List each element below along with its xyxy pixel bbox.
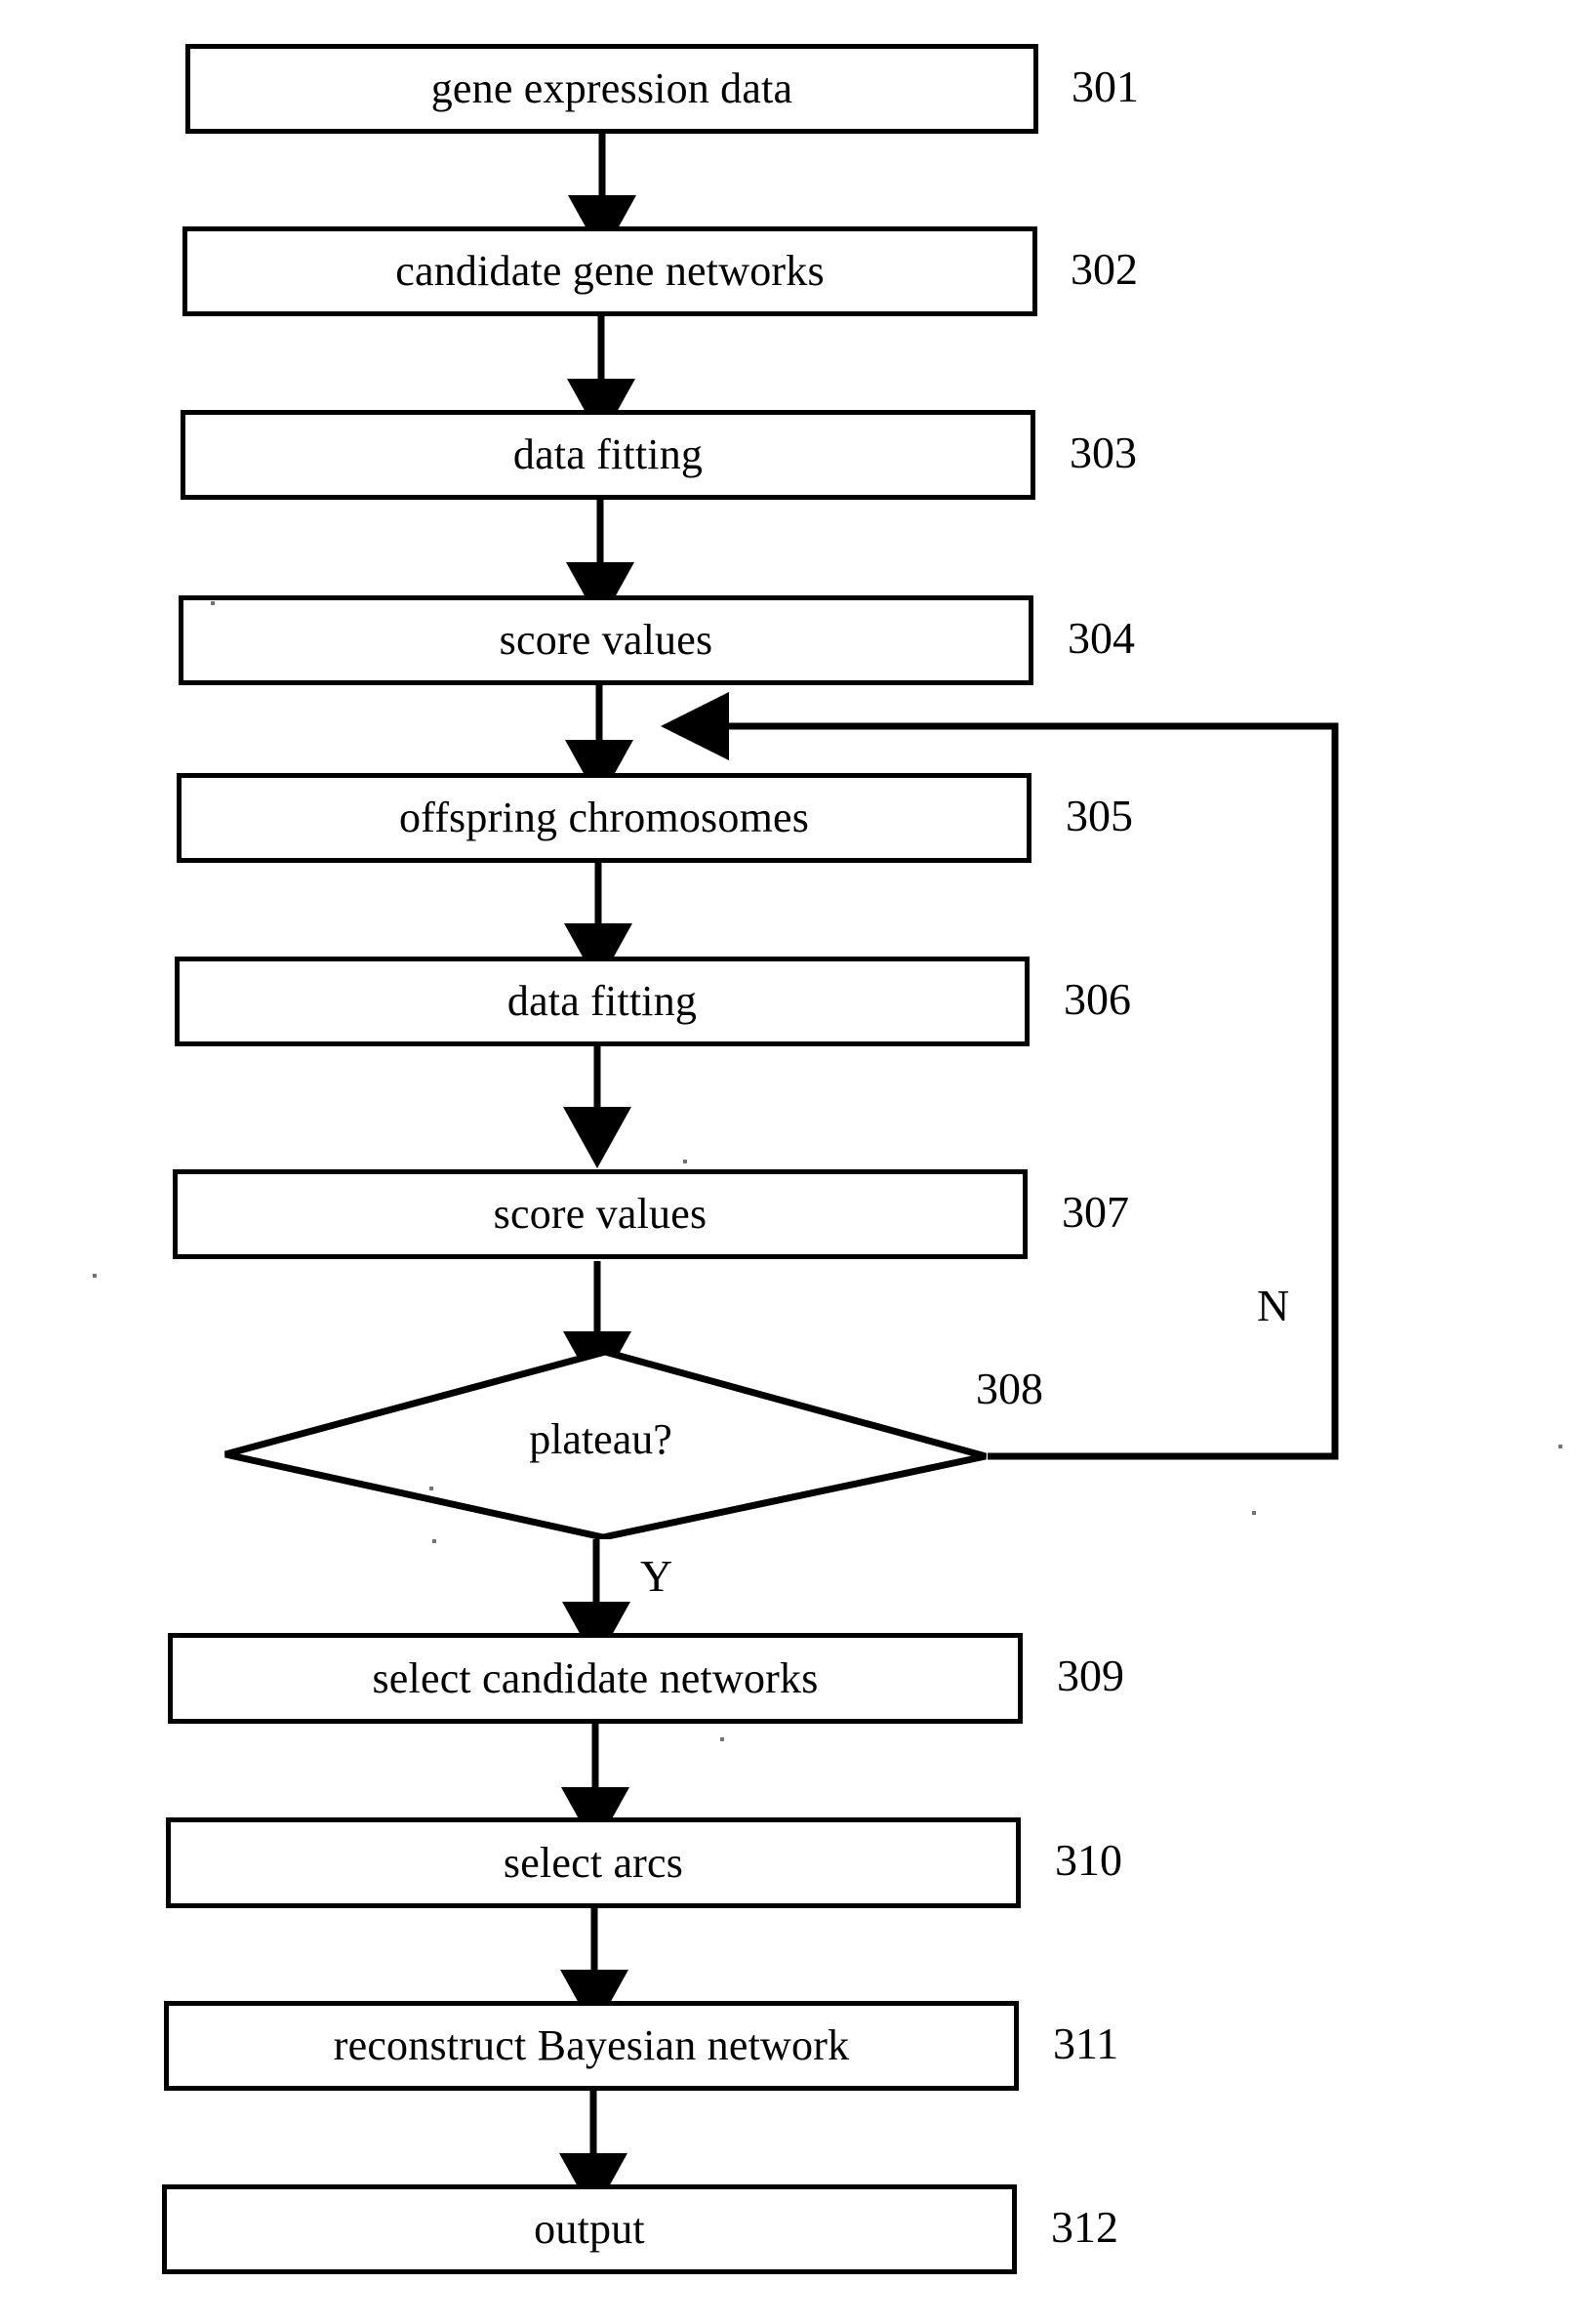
ref-311: 311	[1053, 2018, 1119, 2068]
node-304[interactable]: score values	[179, 595, 1033, 685]
flowchart-edges	[559, 134, 1339, 2215]
ref-303: 303	[1070, 428, 1137, 477]
node-310-label: select arcs	[503, 1838, 684, 1887]
node-311[interactable]: reconstruct Bayesian network	[164, 2001, 1019, 2091]
node-305[interactable]: offspring chromosomes	[177, 773, 1031, 863]
node-309[interactable]: select candidate networks	[168, 1633, 1023, 1724]
node-302[interactable]: candidate gene networks	[182, 226, 1037, 316]
branch-label-yes: Y	[640, 1551, 673, 1601]
scan-speck	[93, 1274, 97, 1278]
node-307[interactable]: score values	[173, 1169, 1028, 1259]
node-303[interactable]: data fitting	[181, 410, 1035, 500]
scan-speck	[586, 1993, 589, 1997]
scan-speck	[720, 1737, 724, 1741]
node-302-label: candidate gene networks	[395, 247, 825, 295]
node-303-label: data fitting	[512, 430, 704, 478]
scan-speck	[211, 601, 215, 605]
node-308[interactable]: plateau?	[223, 1348, 988, 1541]
scan-speck	[1558, 1445, 1562, 1448]
ref-309: 309	[1057, 1651, 1124, 1700]
node-309-label: select candidate networks	[372, 1653, 819, 1702]
node-304-label: score values	[499, 616, 713, 664]
node-310[interactable]: select arcs	[166, 1817, 1021, 1908]
ref-307: 307	[1062, 1187, 1129, 1237]
ref-306: 306	[1064, 974, 1131, 1024]
scan-speck	[683, 1160, 687, 1163]
node-306[interactable]: data fitting	[175, 957, 1030, 1046]
ref-302: 302	[1071, 244, 1138, 294]
ref-301: 301	[1072, 61, 1139, 111]
ref-305: 305	[1066, 791, 1133, 840]
ref-304: 304	[1068, 613, 1135, 663]
ref-312: 312	[1051, 2202, 1118, 2252]
scan-speck	[1252, 1511, 1256, 1515]
flowchart-figure: gene expression data 301 candidate gene …	[0, 0, 1577, 2324]
scan-speck	[432, 1539, 436, 1543]
node-312[interactable]: output	[162, 2184, 1017, 2274]
node-311-label: reconstruct Bayesian network	[333, 2021, 850, 2069]
node-301-label: gene expression data	[430, 64, 793, 112]
ref-310: 310	[1055, 1835, 1122, 1885]
node-301[interactable]: gene expression data	[185, 44, 1038, 134]
branch-label-no: N	[1257, 1281, 1290, 1330]
node-308-label: plateau?	[529, 1414, 672, 1463]
node-307-label: score values	[493, 1190, 708, 1238]
node-305-label: offspring chromosomes	[398, 794, 810, 841]
scan-speck	[429, 1487, 433, 1490]
node-312-label: output	[534, 2205, 645, 2253]
ref-308: 308	[976, 1364, 1043, 1413]
node-306-label: data fitting	[506, 977, 698, 1025]
